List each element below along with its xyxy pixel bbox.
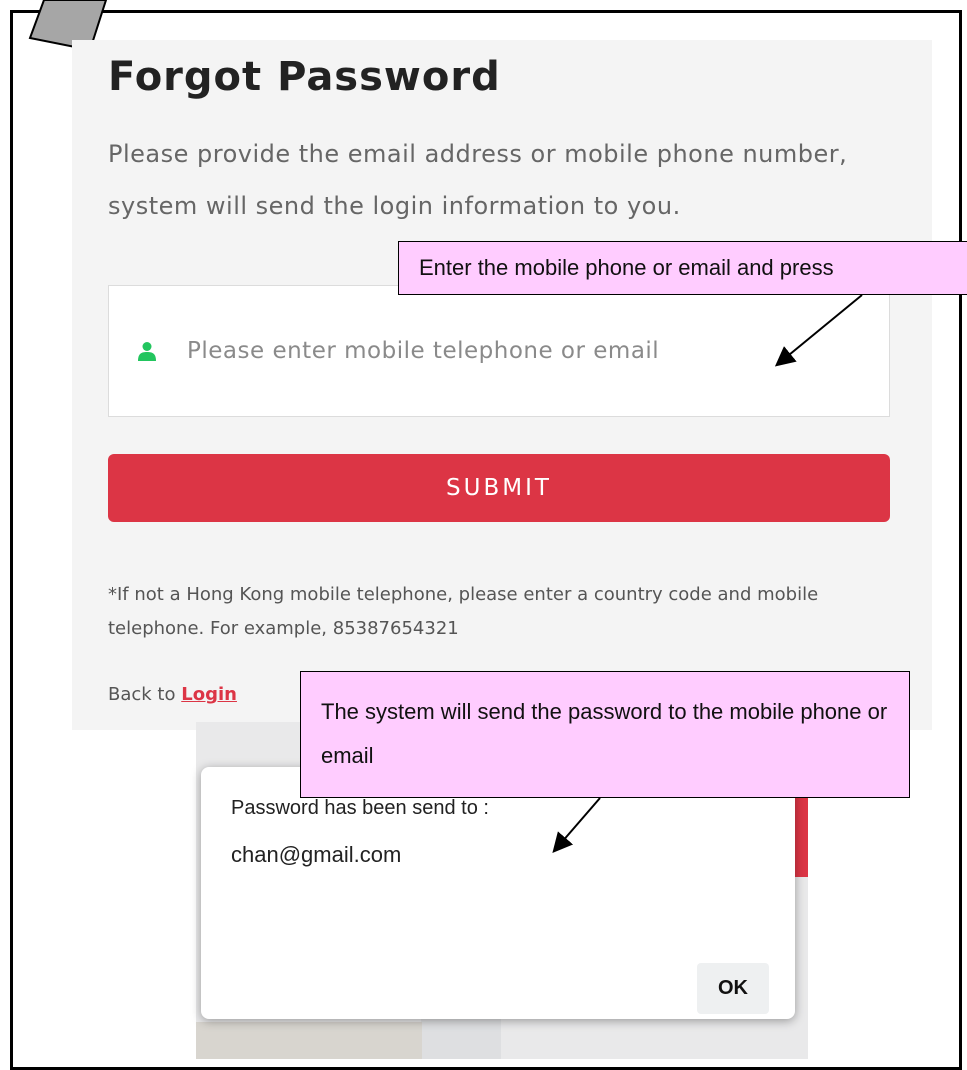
arrow-to-input bbox=[774, 294, 863, 367]
annotation-arrows bbox=[552, 294, 863, 854]
arrow-to-dialog bbox=[552, 797, 601, 854]
